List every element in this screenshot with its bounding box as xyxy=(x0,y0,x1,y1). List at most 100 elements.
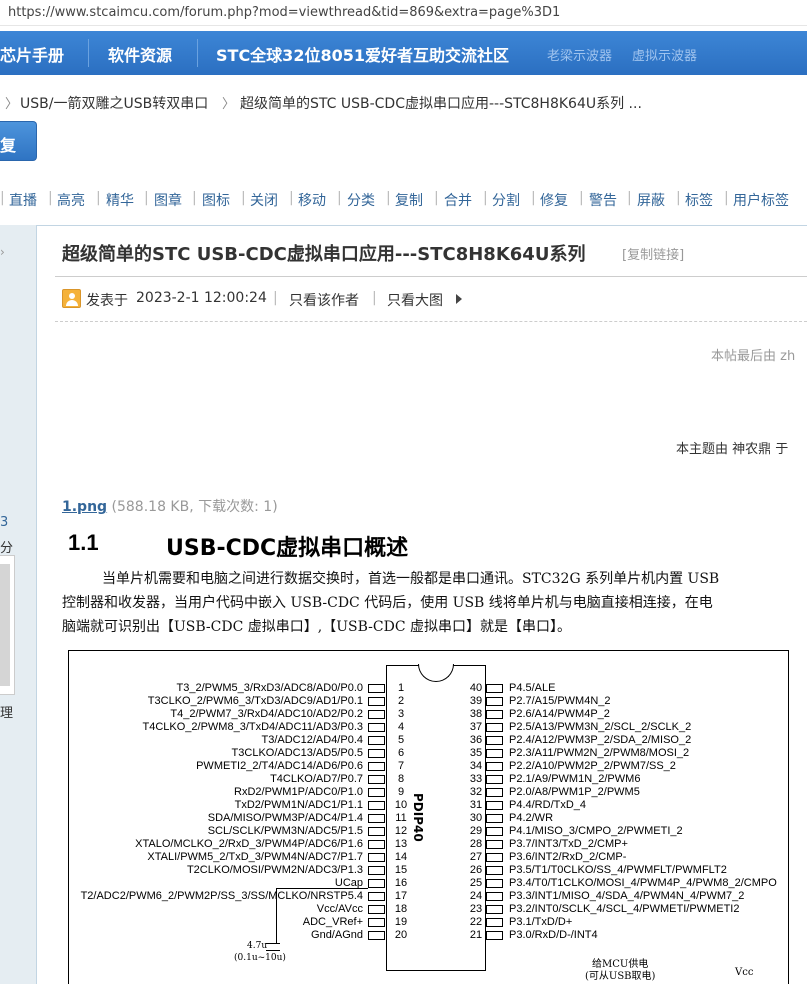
paragraph-line: 控制器和收发器，当用户代码中嵌入 USB-CDC 代码后，使用 USB 线将单片… xyxy=(62,595,713,611)
pin-pad xyxy=(368,736,385,745)
tool-warn[interactable]: 警告 xyxy=(589,190,617,210)
pin-number: 7 xyxy=(397,760,405,772)
pin-number: 10 xyxy=(394,799,408,811)
tool-close[interactable]: 关闭 xyxy=(250,190,278,210)
pin-pad xyxy=(486,801,503,810)
pin-pad xyxy=(368,684,385,693)
pin-label-text: T3CLKO_2/PWM6_3/TxD3/ADC9/AD1/P0.1 xyxy=(147,695,363,707)
pin-pad xyxy=(368,749,385,758)
toolbar-sep: | xyxy=(386,190,391,206)
attachment-link[interactable]: 1.png xyxy=(62,499,107,515)
pin-pad xyxy=(368,853,385,862)
edit-note: 本帖最后由 zh xyxy=(711,349,796,364)
pin-label-text: T3CLKO/ADC13/AD5/P0.5 xyxy=(231,747,363,759)
pin-pad xyxy=(486,710,503,719)
pin-number: 11 xyxy=(395,812,407,824)
pin-label-text: RxD2/PWM1P/ADC0/P1.0 xyxy=(234,786,363,798)
pin-number: 3 xyxy=(397,708,405,720)
pin-pad xyxy=(368,775,385,784)
nav-divider xyxy=(197,39,198,67)
tool-icon[interactable]: 图标 xyxy=(202,190,230,210)
pin-label-text: T3_2/PWM5_3/RxD3/ADC8/AD0/P0.0 xyxy=(176,682,363,694)
pin-pad xyxy=(368,840,385,849)
pin-pad xyxy=(368,801,385,810)
pin-pad xyxy=(368,866,385,875)
tool-tag[interactable]: 标签 xyxy=(685,190,713,210)
pin-number: 1 xyxy=(397,682,405,694)
pin-pad xyxy=(486,905,503,914)
pin-number: 8 xyxy=(397,773,405,785)
topic-note: 本主题由 神农鼎 于 xyxy=(676,442,789,457)
right-pin-label: P3.2/INT0/SCLK_4/SCL_4/PWMETI/PWMETI2 xyxy=(509,903,740,915)
only-author-link[interactable]: 只看该作者 xyxy=(289,290,359,310)
pin-pad xyxy=(368,697,385,706)
cap-value: 4.7u xyxy=(247,941,268,951)
pin-label-text: Vcc/AVcc xyxy=(316,903,363,915)
right-pin-label: P2.4/A12/PWM3P_2/SDA_2/MISO_2 xyxy=(509,734,692,746)
pin-number: 20 xyxy=(394,929,408,941)
meta-sep: | xyxy=(273,290,278,306)
section-title: USB-CDC虚拟串口概述 xyxy=(166,536,409,561)
pin-label-text: SCL/SCLK/PWM3N/ADC5/P1.5 xyxy=(207,825,363,837)
toolbar-sep: | xyxy=(337,190,342,206)
right-pin-label: P4.1/MISO_3/CMPO_2/PWMETI_2 xyxy=(509,825,683,837)
tool-live[interactable]: 直播 xyxy=(9,190,37,210)
nav-divider xyxy=(88,39,89,67)
tool-classify[interactable]: 分类 xyxy=(347,190,375,210)
pin-pad xyxy=(368,762,385,771)
nav-item-software[interactable]: 软件资源 xyxy=(108,42,172,66)
copy-link[interactable]: [复制链接] xyxy=(622,244,684,263)
left-pin-label: XTALI/PWM5_2/TxD_3/PWM4N/ADC7/P1.7 xyxy=(69,851,363,864)
tool-user-tag[interactable]: 用户标签 xyxy=(733,190,789,210)
nav-item-chip-manual[interactable]: 芯片手册 xyxy=(0,42,64,66)
right-pin-label: P3.4/T0/T1CLKO/MOSI_4/PWM4P_4/PWM8_2/CMP… xyxy=(509,877,777,889)
tool-highlight[interactable]: 高亮 xyxy=(57,190,85,210)
pin-pad xyxy=(486,892,503,901)
pin-label-text: T3/ADC12/AD4/P0.4 xyxy=(261,734,364,746)
pin-number: 5 xyxy=(397,734,405,746)
nav-hot-link[interactable]: 老梁示波器 xyxy=(547,45,612,64)
nav-hot-link[interactable]: 虚拟示波器 xyxy=(632,45,697,64)
divider xyxy=(55,321,807,322)
triangle-right-icon[interactable] xyxy=(456,294,462,304)
moderation-toolbar: | 直播 | 高亮 | 精华 | 图章 | 图标 | 关闭 | 移动 | 分类 … xyxy=(0,190,807,212)
pin-pad xyxy=(486,749,503,758)
toolbar-sep: | xyxy=(579,190,584,206)
left-pin-label: RxD2/PWM1P/ADC0/P1.0 xyxy=(69,786,363,799)
pin-number: 14 xyxy=(394,851,408,863)
sidebar-stat[interactable]: 3 xyxy=(0,515,8,530)
top-nav: 芯片手册 软件资源 STC全球32位8051爱好者互助交流社区 老梁示波器 虚拟… xyxy=(0,31,807,75)
tool-digest[interactable]: 精华 xyxy=(106,190,134,210)
pin-pad xyxy=(486,918,503,927)
tool-repair[interactable]: 修复 xyxy=(540,190,568,210)
toolbar-sep: | xyxy=(0,190,5,206)
pin-number: 9 xyxy=(397,786,405,798)
tool-move[interactable]: 移动 xyxy=(298,190,326,210)
address-bar[interactable]: https://www.stcaimcu.com/forum.php?mod=v… xyxy=(0,0,807,26)
breadcrumb-item[interactable]: USB/一箭双雕之USB转双串口 xyxy=(20,93,208,113)
pin-pad xyxy=(368,710,385,719)
pin-label-text: T4CLKO_2/PWM8_3/TxD4/ADC11/AD3/P0.3 xyxy=(142,721,364,733)
nav-item-community[interactable]: STC全球32位8051爱好者互助交流社区 xyxy=(216,42,509,66)
left-pin-label: T4CLKO_2/PWM8_3/TxD4/ADC11/AD3/P0.3 xyxy=(69,721,364,734)
pin-number: 2 xyxy=(397,695,405,707)
tool-stamp[interactable]: 图章 xyxy=(154,190,182,210)
only-big-image-link[interactable]: 只看大图 xyxy=(387,290,443,310)
reply-button[interactable]: 复 xyxy=(0,121,37,161)
pin-pad xyxy=(368,827,385,836)
cap-range: (0.1u~10u) xyxy=(234,953,286,963)
breadcrumb-current: 超级简单的STC USB-CDC虚拟串口应用---STC8H8K64U系列 ..… xyxy=(240,96,642,112)
paragraph-line: 当单片机需要和电脑之间进行数据交换时，首选一般都是串口通讯。STC32G 系列单… xyxy=(102,571,720,587)
tool-copy[interactable]: 复制 xyxy=(395,190,423,210)
pin-pad xyxy=(486,697,503,706)
avatar[interactable] xyxy=(0,555,15,695)
breadcrumb-chevron-icon: 〉 xyxy=(5,97,19,112)
doc-paragraph: 当单片机需要和电脑之间进行数据交换时，首选一般都是串口通讯。STC32G 系列单… xyxy=(62,567,807,639)
pin-number: 6 xyxy=(397,747,405,759)
divider xyxy=(37,225,807,226)
tool-merge[interactable]: 合并 xyxy=(444,190,472,210)
divider xyxy=(55,276,807,277)
tool-ban[interactable]: 屏蔽 xyxy=(637,190,665,210)
tool-split[interactable]: 分割 xyxy=(492,190,520,210)
right-pin-label: P4.2/WR xyxy=(509,812,554,824)
